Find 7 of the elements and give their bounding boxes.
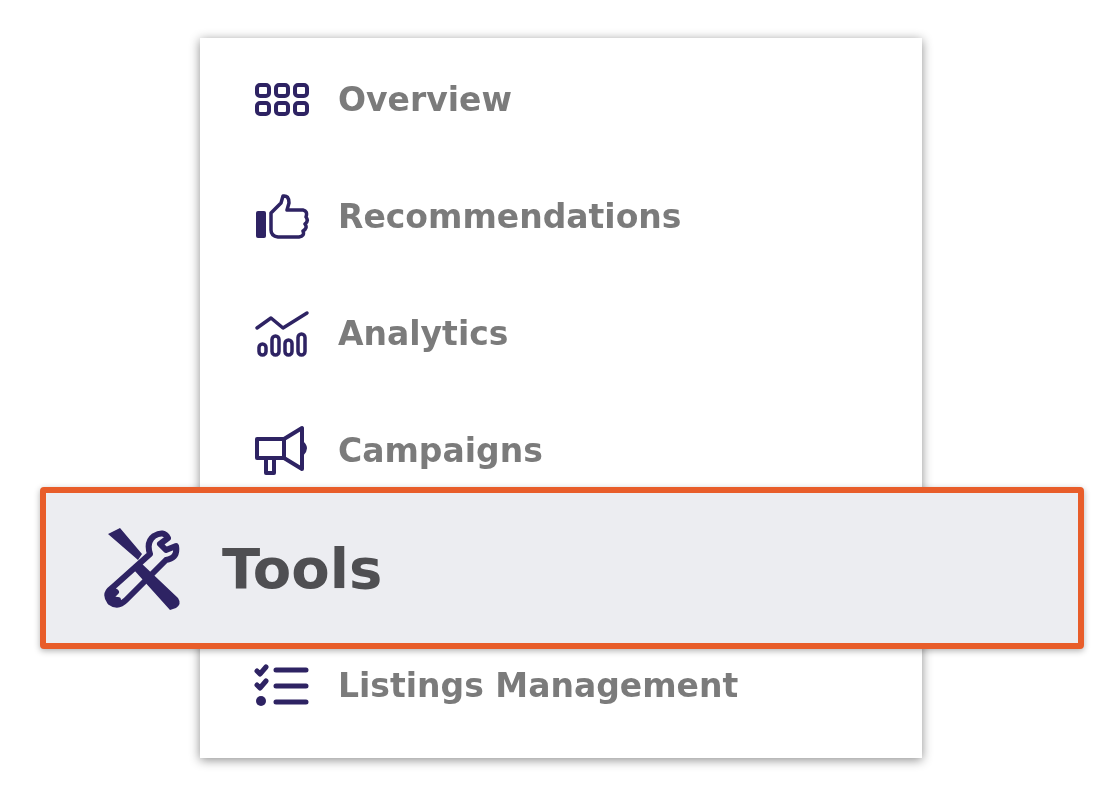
menu-item[interactable]: Tools — [40, 487, 1084, 649]
menu-item[interactable]: Recommendations — [200, 158, 922, 275]
menu-item[interactable]: Analytics — [200, 275, 922, 392]
grid-icon — [254, 81, 312, 118]
menu-item[interactable]: Overview — [200, 41, 922, 158]
thumbs-up-icon — [254, 192, 312, 241]
chart-icon — [254, 309, 312, 358]
